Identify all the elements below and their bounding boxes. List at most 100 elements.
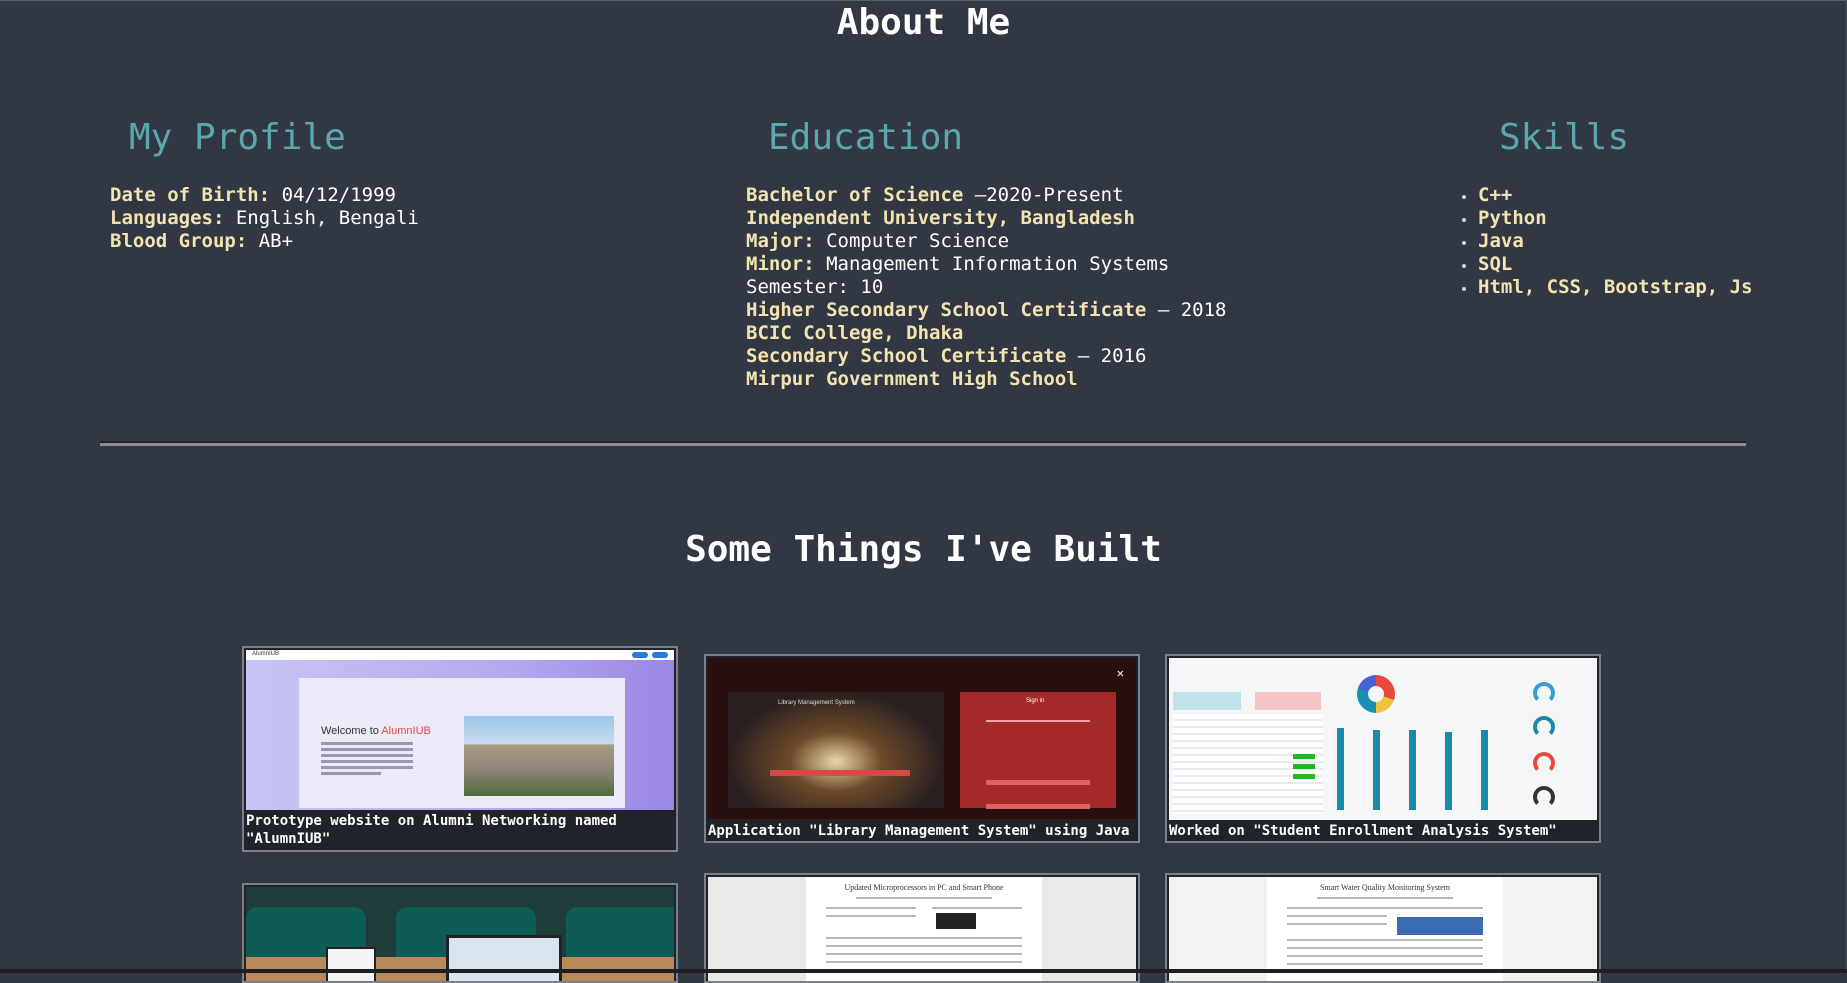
skill-item: Html, CSS, Bootstrap, Js bbox=[1460, 276, 1753, 299]
thumb-paper: Updated Microprocessors in PC and Smart … bbox=[806, 877, 1042, 981]
education-row: Secondary School Certificate – 2016 bbox=[746, 345, 1226, 368]
about-title: About Me bbox=[836, 2, 1011, 43]
education-heading: Education bbox=[768, 117, 964, 158]
project-caption: Prototype website on Alumni Networking n… bbox=[246, 813, 617, 847]
education-row: Higher Secondary School Certificate – 20… bbox=[746, 299, 1226, 322]
thumb-paper-line bbox=[826, 945, 1022, 947]
thumb-bar bbox=[1337, 728, 1344, 810]
thumb-campus-photo bbox=[464, 716, 614, 796]
project-caption: Application "Library Management System" … bbox=[708, 823, 1130, 839]
project-card-enrollment[interactable]: Worked on "Student Enrollment Analysis S… bbox=[1165, 654, 1601, 843]
profile-label: Languages: bbox=[110, 207, 225, 229]
education-section: Education Bachelor of Science –2020-Pres… bbox=[746, 114, 1226, 391]
thumb-paper-line bbox=[1287, 939, 1483, 941]
project-thumbnail: Updated Microprocessors in PC and Smart … bbox=[708, 877, 1136, 981]
thumb-navbar: AlumnIUB bbox=[246, 650, 674, 660]
project-card-library[interactable]: ✕ Library Management System Sign in Appl… bbox=[704, 654, 1140, 843]
thumb-paper-line bbox=[1287, 947, 1483, 949]
skill-item: C++ bbox=[1460, 184, 1753, 207]
thumb-paper-line bbox=[1287, 955, 1483, 957]
close-icon: ✕ bbox=[1116, 666, 1124, 680]
thumb-donut-chart bbox=[1357, 675, 1395, 713]
profile-value: AB+ bbox=[258, 230, 294, 252]
education-row: BCIC College, Dhaka bbox=[746, 322, 1226, 345]
section-divider bbox=[100, 441, 1746, 446]
thumb-input-line bbox=[986, 720, 1090, 722]
profile-row: Blood Group: AB+ bbox=[110, 230, 419, 253]
thumb-paper-line bbox=[826, 953, 1022, 955]
thumb-paper-line bbox=[1287, 915, 1387, 917]
education-row: Bachelor of Science –2020-Present bbox=[746, 184, 1226, 207]
thumb-gauge bbox=[1533, 716, 1555, 738]
thumb-bar bbox=[1445, 732, 1452, 810]
profile-value: English, Bengali bbox=[235, 207, 419, 229]
profile-label: Blood Group: bbox=[110, 230, 248, 252]
thumb-device bbox=[326, 947, 376, 981]
skills-heading: Skills bbox=[1499, 117, 1630, 158]
skills-section: Skills C++ Python Java SQL Html, CSS, Bo… bbox=[1460, 114, 1753, 299]
bottom-edge bbox=[0, 969, 1847, 973]
projects-title: Some Things I've Built bbox=[685, 529, 1162, 570]
education-label: Bachelor of Science bbox=[746, 184, 964, 206]
thumb-laptop bbox=[446, 935, 562, 981]
project-thumbnail: ✕ Library Management System Sign in bbox=[708, 658, 1136, 819]
thumb-highlight bbox=[1293, 774, 1315, 779]
education-label: Independent University, Bangladesh bbox=[746, 207, 1135, 229]
thumb-paper-title: Smart Water Quality Monitoring System bbox=[1320, 883, 1450, 892]
thumb-button bbox=[770, 770, 910, 776]
thumb-text-line bbox=[321, 766, 413, 769]
thumb-text-line bbox=[321, 742, 413, 745]
thumb-paper-line bbox=[826, 961, 1022, 963]
thumb-gauge bbox=[1533, 682, 1555, 704]
thumb-paper-line bbox=[826, 907, 916, 909]
education-value: Semester: 10 bbox=[746, 276, 884, 298]
thumb-paper-title: Updated Microprocessors in PC and Smart … bbox=[844, 883, 1004, 892]
thumb-paper-line bbox=[826, 915, 916, 917]
education-value: Computer Science bbox=[826, 230, 1010, 252]
project-thumbnail: AlumnIUB Welcome to AlumnIUB bbox=[246, 650, 674, 810]
profile-label: Date of Birth: bbox=[110, 184, 271, 206]
education-row: Mirpur Government High School bbox=[746, 368, 1226, 391]
thumb-signin-label: Sign in bbox=[1026, 698, 1045, 704]
education-label: Higher Secondary School Certificate bbox=[746, 299, 1147, 321]
education-row: Major: Computer Science bbox=[746, 230, 1226, 253]
thumb-books-image bbox=[728, 692, 944, 808]
project-card[interactable]: Updated Microprocessors in PC and Smart … bbox=[704, 873, 1140, 983]
thumb-bar bbox=[1373, 730, 1380, 810]
thumb-paper-line bbox=[826, 937, 1022, 939]
thumb-signin-panel bbox=[960, 692, 1116, 809]
thumb-paper-figure bbox=[1397, 917, 1483, 935]
skills-list: C++ Python Java SQL Html, CSS, Bootstrap… bbox=[1460, 184, 1753, 299]
project-card[interactable] bbox=[242, 883, 678, 983]
education-label: Mirpur Government High School bbox=[746, 368, 1078, 390]
thumb-paper: Smart Water Quality Monitoring System bbox=[1267, 877, 1503, 981]
project-thumbnail: Smart Water Quality Monitoring System bbox=[1169, 877, 1597, 981]
thumb-text-line bbox=[321, 760, 413, 763]
education-row: Minor: Management Information Systems bbox=[746, 253, 1226, 276]
education-label: Secondary School Certificate bbox=[746, 345, 1067, 367]
thumb-app-title: Library Management System bbox=[778, 700, 855, 706]
thumb-input bbox=[986, 780, 1090, 785]
project-card-alumniub[interactable]: AlumnIUB Welcome to AlumnIUB Prototype w… bbox=[242, 646, 678, 852]
thumb-bar bbox=[1481, 730, 1488, 810]
profile-value: 04/12/1999 bbox=[281, 184, 396, 206]
education-label: Major: bbox=[746, 230, 815, 252]
thumb-text-line bbox=[321, 772, 381, 775]
thumb-paper-line bbox=[1287, 923, 1387, 925]
thumb-text-line bbox=[321, 748, 413, 751]
thumb-heading: Welcome to AlumnIUB bbox=[321, 725, 431, 737]
project-thumbnail bbox=[1169, 658, 1597, 820]
thumb-nav-button bbox=[652, 652, 668, 658]
project-caption: Worked on "Student Enrollment Analysis S… bbox=[1169, 823, 1557, 839]
education-value: –2020-Present bbox=[974, 184, 1124, 206]
thumb-gauge bbox=[1533, 752, 1555, 774]
thumb-paper-line bbox=[932, 907, 1022, 909]
education-value: Management Information Systems bbox=[826, 253, 1170, 275]
education-label: BCIC College, Dhaka bbox=[746, 322, 964, 344]
thumb-text-line bbox=[321, 754, 413, 757]
project-card[interactable]: Smart Water Quality Monitoring System bbox=[1165, 873, 1601, 983]
education-row: Semester: 10 bbox=[746, 276, 1226, 299]
profile-row: Date of Birth: 04/12/1999 bbox=[110, 184, 419, 207]
thumb-nav-button bbox=[632, 652, 648, 658]
thumb-highlight bbox=[1293, 764, 1315, 769]
